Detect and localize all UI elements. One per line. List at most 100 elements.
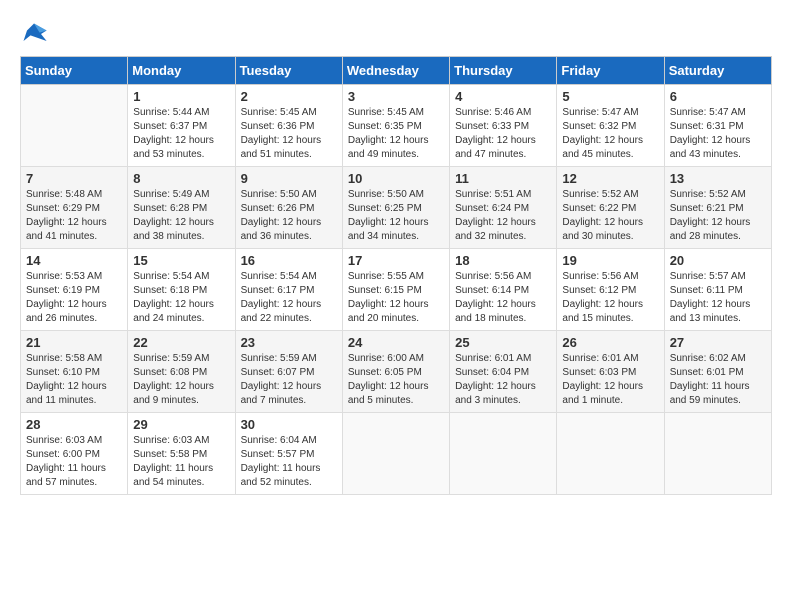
calendar-cell: 24 Sunrise: 6:00 AMSunset: 6:05 PMDayligh… <box>342 331 449 413</box>
day-info: Sunrise: 5:50 AMSunset: 6:26 PMDaylight:… <box>241 188 337 244</box>
day-number: 28 <box>26 417 122 432</box>
calendar-cell: 3 Sunrise: 5:45 AMSunset: 6:35 PMDaylight… <box>342 85 449 167</box>
calendar-cell: 11 Sunrise: 5:51 AMSunset: 6:24 PMDayligh… <box>450 167 557 249</box>
day-info: Sunrise: 5:52 AMSunset: 6:22 PMDaylight:… <box>562 188 658 244</box>
calendar-week-2: 7Sunrise: 5:48 AMSunset: 6:29 PMDaylight… <box>21 167 772 249</box>
calendar-cell: 13 Sunrise: 5:52 AMSunset: 6:21 PMDayligh… <box>664 167 771 249</box>
calendar-cell <box>557 413 664 495</box>
calendar-cell: 18 Sunrise: 5:56 AMSunset: 6:14 PMDayligh… <box>450 249 557 331</box>
day-number: 4 <box>455 89 551 104</box>
day-number: 10 <box>348 171 444 186</box>
calendar-cell <box>450 413 557 495</box>
calendar-cell <box>664 413 771 495</box>
day-number: 11 <box>455 171 551 186</box>
calendar-cell: 9 Sunrise: 5:50 AMSunset: 6:26 PMDaylight… <box>235 167 342 249</box>
day-number: 8 <box>133 171 229 186</box>
calendar-cell: 30 Sunrise: 6:04 AMSunset: 5:57 PMDayligh… <box>235 413 342 495</box>
day-number: 21 <box>26 335 122 350</box>
day-info: Sunrise: 6:01 AMSunset: 6:04 PMDaylight:… <box>455 352 551 408</box>
weekday-header-tuesday: Tuesday <box>235 57 342 85</box>
day-number: 16 <box>241 253 337 268</box>
day-info: Sunrise: 5:54 AMSunset: 6:17 PMDaylight:… <box>241 270 337 326</box>
day-number: 18 <box>455 253 551 268</box>
day-info: Sunrise: 5:57 AMSunset: 6:11 PMDaylight:… <box>670 270 766 326</box>
calendar-cell: 26 Sunrise: 6:01 AMSunset: 6:03 PMDayligh… <box>557 331 664 413</box>
weekday-header-monday: Monday <box>128 57 235 85</box>
calendar-cell <box>342 413 449 495</box>
day-info: Sunrise: 5:53 AMSunset: 6:19 PMDaylight:… <box>26 270 122 326</box>
day-info: Sunrise: 5:55 AMSunset: 6:15 PMDaylight:… <box>348 270 444 326</box>
calendar-week-1: 1 Sunrise: 5:44 AMSunset: 6:37 PMDaylight… <box>21 85 772 167</box>
day-info: Sunrise: 5:56 AMSunset: 6:14 PMDaylight:… <box>455 270 551 326</box>
day-info: Sunrise: 5:47 AMSunset: 6:32 PMDaylight:… <box>562 106 658 162</box>
logo <box>20 20 52 48</box>
day-info: Sunrise: 5:58 AMSunset: 6:10 PMDaylight:… <box>26 352 122 408</box>
day-info: Sunrise: 5:52 AMSunset: 6:21 PMDaylight:… <box>670 188 766 244</box>
day-number: 25 <box>455 335 551 350</box>
day-number: 17 <box>348 253 444 268</box>
calendar-cell: 27Sunrise: 6:02 AMSunset: 6:01 PMDayligh… <box>664 331 771 413</box>
day-number: 1 <box>133 89 229 104</box>
day-number: 23 <box>241 335 337 350</box>
day-number: 30 <box>241 417 337 432</box>
calendar-cell: 21 Sunrise: 5:58 AMSunset: 6:10 PMDayligh… <box>21 331 128 413</box>
day-info: Sunrise: 6:04 AMSunset: 5:57 PMDaylight:… <box>241 434 337 490</box>
day-number: 24 <box>348 335 444 350</box>
day-number: 6 <box>670 89 766 104</box>
weekday-header-wednesday: Wednesday <box>342 57 449 85</box>
day-info: Sunrise: 5:49 AMSunset: 6:28 PMDaylight:… <box>133 188 229 244</box>
calendar-cell: 7Sunrise: 5:48 AMSunset: 6:29 PMDaylight… <box>21 167 128 249</box>
logo-icon <box>20 20 48 48</box>
day-info: Sunrise: 5:54 AMSunset: 6:18 PMDaylight:… <box>133 270 229 326</box>
weekday-header-row: SundayMondayTuesdayWednesdayThursdayFrid… <box>21 57 772 85</box>
day-info: Sunrise: 6:02 AMSunset: 6:01 PMDaylight:… <box>670 352 766 408</box>
calendar-cell <box>21 85 128 167</box>
day-number: 2 <box>241 89 337 104</box>
day-number: 5 <box>562 89 658 104</box>
day-number: 3 <box>348 89 444 104</box>
calendar-cell: 2 Sunrise: 5:45 AMSunset: 6:36 PMDaylight… <box>235 85 342 167</box>
day-number: 26 <box>562 335 658 350</box>
weekday-header-sunday: Sunday <box>21 57 128 85</box>
day-info: Sunrise: 6:03 AMSunset: 6:00 PMDaylight:… <box>26 434 122 490</box>
weekday-header-friday: Friday <box>557 57 664 85</box>
day-info: Sunrise: 5:50 AMSunset: 6:25 PMDaylight:… <box>348 188 444 244</box>
day-info: Sunrise: 5:45 AMSunset: 6:35 PMDaylight:… <box>348 106 444 162</box>
day-info: Sunrise: 6:03 AMSunset: 5:58 PMDaylight:… <box>133 434 229 490</box>
day-info: Sunrise: 5:51 AMSunset: 6:24 PMDaylight:… <box>455 188 551 244</box>
day-number: 20 <box>670 253 766 268</box>
weekday-header-saturday: Saturday <box>664 57 771 85</box>
day-info: Sunrise: 5:44 AMSunset: 6:37 PMDaylight:… <box>133 106 229 162</box>
day-info: Sunrise: 6:00 AMSunset: 6:05 PMDaylight:… <box>348 352 444 408</box>
calendar-cell: 25 Sunrise: 6:01 AMSunset: 6:04 PMDayligh… <box>450 331 557 413</box>
day-number: 14 <box>26 253 122 268</box>
calendar-cell: 14 Sunrise: 5:53 AMSunset: 6:19 PMDayligh… <box>21 249 128 331</box>
day-number: 22 <box>133 335 229 350</box>
calendar-cell: 29 Sunrise: 6:03 AMSunset: 5:58 PMDayligh… <box>128 413 235 495</box>
day-number: 15 <box>133 253 229 268</box>
calendar-cell: 4Sunrise: 5:46 AMSunset: 6:33 PMDaylight… <box>450 85 557 167</box>
calendar-cell: 10 Sunrise: 5:50 AMSunset: 6:25 PMDayligh… <box>342 167 449 249</box>
day-number: 9 <box>241 171 337 186</box>
day-info: Sunrise: 5:47 AMSunset: 6:31 PMDaylight:… <box>670 106 766 162</box>
day-number: 12 <box>562 171 658 186</box>
calendar-cell: 17 Sunrise: 5:55 AMSunset: 6:15 PMDayligh… <box>342 249 449 331</box>
calendar-cell: 6 Sunrise: 5:47 AMSunset: 6:31 PMDaylight… <box>664 85 771 167</box>
day-info: Sunrise: 5:45 AMSunset: 6:36 PMDaylight:… <box>241 106 337 162</box>
calendar-cell: 28 Sunrise: 6:03 AMSunset: 6:00 PMDayligh… <box>21 413 128 495</box>
calendar-cell: 22 Sunrise: 5:59 AMSunset: 6:08 PMDayligh… <box>128 331 235 413</box>
day-number: 29 <box>133 417 229 432</box>
day-info: Sunrise: 6:01 AMSunset: 6:03 PMDaylight:… <box>562 352 658 408</box>
day-number: 19 <box>562 253 658 268</box>
day-info: Sunrise: 5:59 AMSunset: 6:07 PMDaylight:… <box>241 352 337 408</box>
calendar-cell: 15 Sunrise: 5:54 AMSunset: 6:18 PMDayligh… <box>128 249 235 331</box>
calendar-cell: 5 Sunrise: 5:47 AMSunset: 6:32 PMDaylight… <box>557 85 664 167</box>
day-info: Sunrise: 5:56 AMSunset: 6:12 PMDaylight:… <box>562 270 658 326</box>
calendar-week-5: 28 Sunrise: 6:03 AMSunset: 6:00 PMDayligh… <box>21 413 772 495</box>
calendar-cell: 8 Sunrise: 5:49 AMSunset: 6:28 PMDaylight… <box>128 167 235 249</box>
day-info: Sunrise: 5:59 AMSunset: 6:08 PMDaylight:… <box>133 352 229 408</box>
weekday-header-thursday: Thursday <box>450 57 557 85</box>
calendar-week-3: 14 Sunrise: 5:53 AMSunset: 6:19 PMDayligh… <box>21 249 772 331</box>
day-number: 13 <box>670 171 766 186</box>
calendar-cell: 1 Sunrise: 5:44 AMSunset: 6:37 PMDaylight… <box>128 85 235 167</box>
